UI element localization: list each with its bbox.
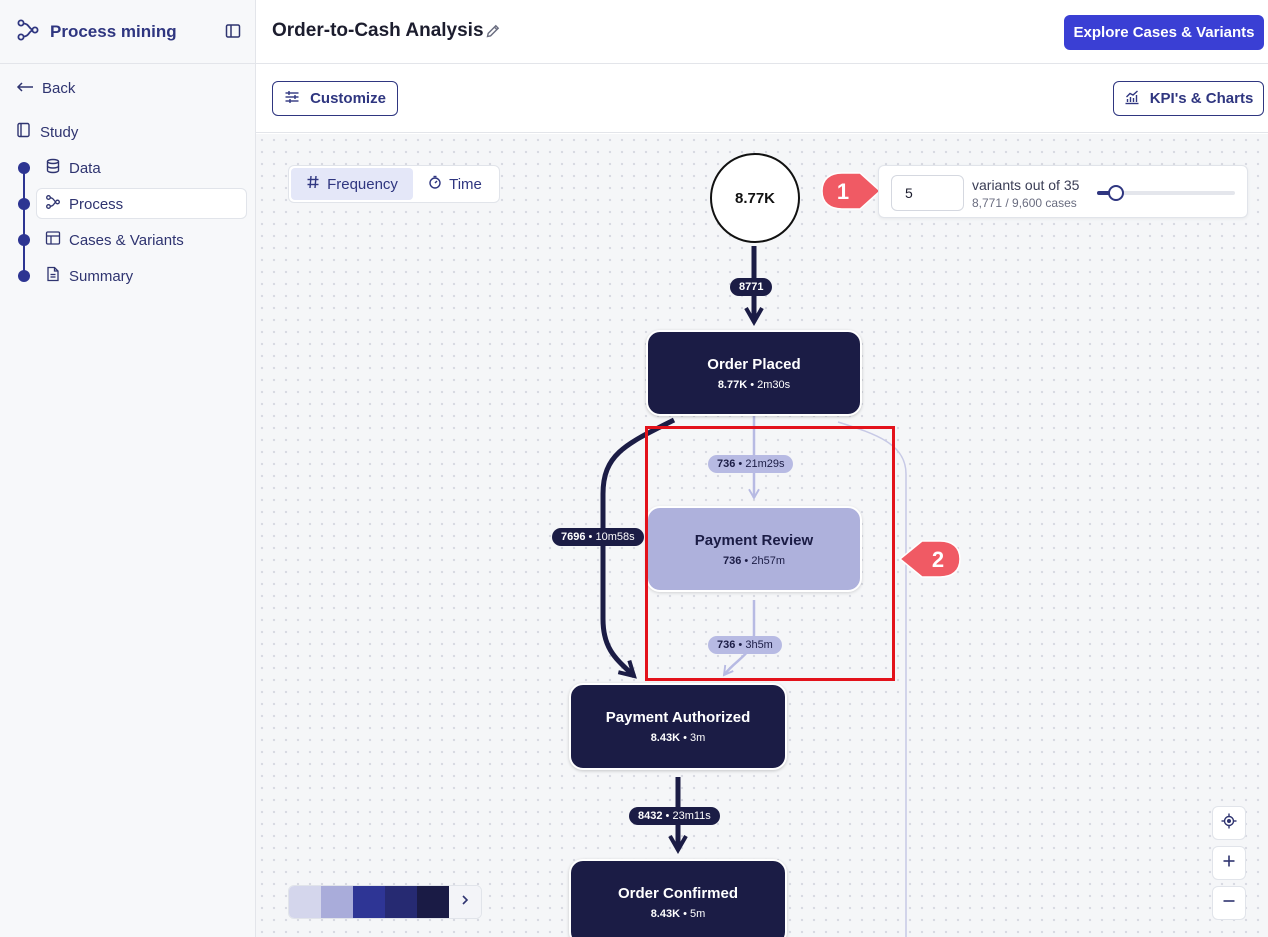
study-label: Study bbox=[40, 123, 79, 141]
node-stats: 8.43K • 3m bbox=[650, 732, 706, 744]
sidebar-toggle-icon bbox=[225, 23, 241, 44]
zoom-out-button[interactable] bbox=[1212, 886, 1246, 920]
book-icon bbox=[16, 122, 32, 142]
sidebar-item-label: Process bbox=[69, 195, 124, 213]
node-time: 3m bbox=[690, 732, 706, 744]
customize-button[interactable]: Customize bbox=[272, 81, 398, 116]
highlight-annotation-box bbox=[645, 426, 895, 681]
legend-swatch bbox=[417, 886, 449, 918]
minus-icon bbox=[1222, 894, 1236, 913]
sidebar-item-label: Cases & Variants bbox=[69, 231, 184, 249]
node-order-confirmed[interactable]: Order Confirmed 8.43K • 5m bbox=[569, 859, 787, 937]
step-dot-process bbox=[18, 198, 30, 210]
chevron-right-icon bbox=[460, 893, 470, 911]
node-payment-authorized[interactable]: Payment Authorized 8.43K • 3m bbox=[569, 683, 787, 770]
sidebar-item-cases-variants[interactable]: Cases & Variants bbox=[45, 230, 184, 250]
document-icon bbox=[45, 266, 61, 286]
variant-count-input[interactable] bbox=[891, 175, 964, 211]
time-tab[interactable]: Time bbox=[413, 168, 497, 200]
edge-label-start: 8771 bbox=[730, 278, 773, 296]
node-stats: 8.77K • 2m30s bbox=[717, 378, 791, 391]
sidebar-item-process[interactable]: Process bbox=[45, 194, 123, 214]
variants-label: variants out of 35 bbox=[972, 177, 1080, 193]
pencil-icon bbox=[485, 24, 501, 43]
edge-count: 8771 bbox=[739, 281, 764, 293]
step-dot-data bbox=[18, 162, 30, 174]
edge-time: 23m11s bbox=[672, 810, 711, 822]
node-count: 8.77K bbox=[717, 378, 748, 391]
sidebar-item-label: Summary bbox=[69, 267, 134, 285]
sidebar-item-label: Data bbox=[69, 159, 101, 177]
node-time: 5m bbox=[690, 908, 706, 920]
edge-label-authorized-to-confirmed: 8432 • 23m11s bbox=[629, 807, 720, 825]
node-count: 8.43K bbox=[650, 908, 681, 920]
legend-swatch bbox=[353, 886, 385, 918]
node-title: Payment Authorized bbox=[605, 709, 751, 726]
callout-number: 1 bbox=[836, 179, 850, 204]
chart-icon bbox=[1124, 89, 1140, 109]
metric-toggle: Frequency Time bbox=[288, 165, 500, 203]
edge-count: 7696 bbox=[561, 531, 586, 543]
brand-name: Process mining bbox=[50, 22, 177, 41]
variants-filter-panel: variants out of 35 8,771 / 9,600 cases bbox=[878, 165, 1248, 218]
node-order-placed[interactable]: Order Placed 8.77K • 2m30s bbox=[646, 330, 862, 416]
callout-marker-1: 1 bbox=[816, 171, 886, 211]
legend-swatch bbox=[385, 886, 417, 918]
cases-count: 8,771 / 9,600 cases bbox=[972, 196, 1077, 210]
arrow-left-icon bbox=[16, 80, 34, 97]
variants-slider[interactable] bbox=[1097, 185, 1235, 201]
legend-next-button[interactable] bbox=[449, 886, 481, 918]
steps-connector bbox=[23, 168, 25, 276]
node-title: Order Confirmed bbox=[617, 885, 738, 902]
hash-icon bbox=[306, 175, 320, 193]
edge-count: 8432 bbox=[638, 810, 663, 822]
edge-label-order-to-authorized: 7696 • 10m58s bbox=[552, 528, 644, 546]
process-mining-logo-icon bbox=[16, 18, 40, 47]
process-icon bbox=[45, 194, 61, 214]
recenter-button[interactable] bbox=[1212, 806, 1246, 840]
edge-time: 10m58s bbox=[595, 531, 635, 543]
frequency-label: Frequency bbox=[327, 175, 398, 193]
node-count: 8.43K bbox=[650, 732, 681, 744]
explore-cases-variants-button[interactable]: Explore Cases & Variants bbox=[1064, 15, 1264, 50]
legend-swatch bbox=[321, 886, 353, 918]
time-label: Time bbox=[449, 175, 482, 193]
sliders-icon bbox=[284, 89, 300, 109]
legend-swatch bbox=[289, 886, 321, 918]
node-time: 2m30s bbox=[757, 378, 791, 391]
callout-marker-2: 2 bbox=[896, 539, 966, 579]
sidebar: Process mining Back Study Data Process C… bbox=[0, 0, 256, 937]
step-dot-cases bbox=[18, 234, 30, 246]
sidebar-item-summary[interactable]: Summary bbox=[45, 266, 133, 286]
sidebar-divider bbox=[0, 63, 256, 64]
start-node[interactable]: 8.77K bbox=[710, 153, 800, 243]
slider-thumb[interactable] bbox=[1108, 185, 1125, 201]
header: Order-to-Cash Analysis Explore Cases & V… bbox=[256, 0, 1268, 64]
crosshair-icon bbox=[1221, 813, 1237, 834]
back-link[interactable]: Back bbox=[16, 78, 75, 98]
frequency-tab[interactable]: Frequency bbox=[291, 168, 413, 200]
process-map-canvas[interactable]: Frequency Time 8.77K 8771 736 • 21m29s 7… bbox=[256, 134, 1268, 937]
node-title: Order Placed bbox=[707, 355, 801, 373]
collapse-sidebar-button[interactable] bbox=[222, 22, 244, 44]
table-icon bbox=[45, 230, 61, 250]
brand[interactable]: Process mining bbox=[16, 18, 177, 46]
color-legend bbox=[288, 885, 482, 919]
callout-number: 2 bbox=[931, 547, 945, 572]
stopwatch-icon bbox=[428, 175, 442, 193]
edit-title-button[interactable] bbox=[485, 23, 503, 41]
toolbar: Customize KPI's & Charts bbox=[256, 64, 1268, 133]
database-icon bbox=[45, 158, 61, 178]
study-link[interactable]: Study bbox=[16, 122, 78, 142]
kpis-label: KPI's & Charts bbox=[1149, 90, 1254, 107]
node-stats: 8.43K • 5m bbox=[650, 908, 706, 920]
step-dot-summary bbox=[18, 270, 30, 282]
sidebar-item-data[interactable]: Data bbox=[45, 158, 101, 178]
back-label: Back bbox=[42, 79, 76, 97]
plus-icon bbox=[1222, 854, 1236, 873]
kpis-charts-button[interactable]: KPI's & Charts bbox=[1113, 81, 1264, 116]
page-title: Order-to-Cash Analysis bbox=[272, 20, 484, 41]
customize-label: Customize bbox=[310, 90, 386, 107]
zoom-in-button[interactable] bbox=[1212, 846, 1246, 880]
